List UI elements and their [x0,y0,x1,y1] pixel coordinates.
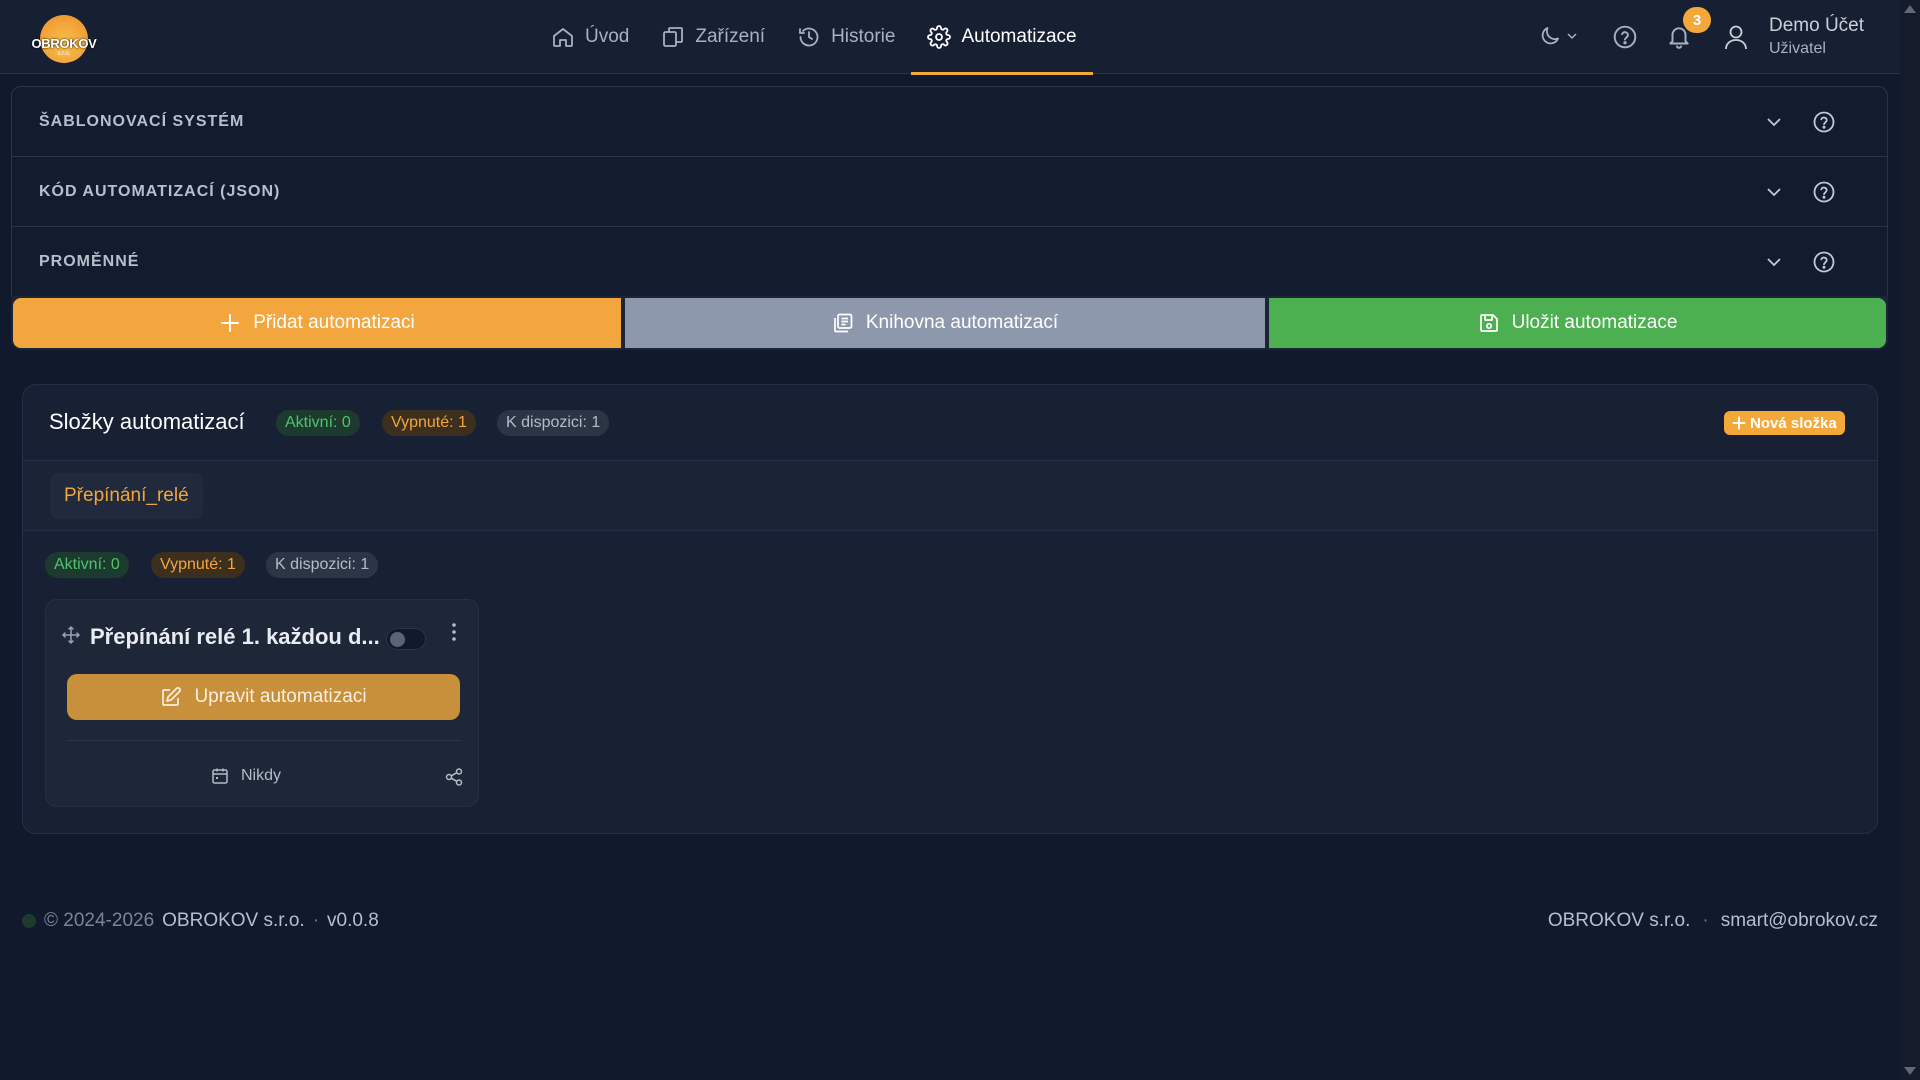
accordion-automation-code[interactable]: KÓD AUTOMATIZACÍ (JSON) [12,157,1887,227]
automation-title: Přepínání relé 1. každou d... [90,624,380,649]
automation-library-button[interactable]: Knihovna automatizací [625,298,1265,348]
nav-item-history[interactable]: Historie [781,0,911,74]
accordion-title: PROMĚNNÉ [39,253,140,270]
automation-library-label: Knihovna automatizací [865,312,1059,333]
more-options-icon[interactable] [446,620,462,644]
footer-company-link[interactable]: OBROKOV s.r.o. [1548,910,1691,932]
accordion-template-system[interactable]: ŠABLONOVACÍ SYSTÉM [12,87,1887,157]
plus-icon [221,314,240,332]
footer-separator: · [312,910,320,931]
save-automations-button[interactable]: Uložit automatizace [1269,298,1886,348]
help-icon[interactable] [1812,250,1836,274]
save-automations-label: Uložit automatizace [1511,312,1678,333]
user-avatar-icon[interactable] [1721,22,1751,52]
logo-name: OBROKOV [31,36,97,51]
share-icon[interactable] [444,767,464,787]
notification-badge: 3 [1683,7,1711,33]
folder-disabled-count-badge: Vypnuté: 1 [151,552,245,578]
available-count-badge: K dispozici: 1 [497,410,610,436]
scroll-up-arrow[interactable] [1904,5,1916,13]
automation-folders-panel: Složky automatizací Aktivní: 0 Vypnuté: … [22,384,1878,834]
footer-left: © 2024-2026 OBROKOV s.r.o. · v0.0.8 [22,910,379,932]
footer-separator: · [1702,910,1709,931]
chevron-down-icon[interactable] [1764,112,1784,132]
nav-item-devices[interactable]: Zařízení [645,0,781,74]
nav-item-label: Historie [831,26,896,47]
folders-header: Složky automatizací Aktivní: 0 Vypnuté: … [23,385,1877,461]
history-icon [799,27,819,47]
app-version: v0.0.8 [327,910,379,931]
nav-item-home[interactable]: Úvod [535,0,645,74]
chevron-down-icon[interactable] [1764,182,1784,202]
edit-automation-label: Upravit automatizaci [194,686,367,707]
add-automation-button[interactable]: Přidat automatizaci [13,298,621,348]
copyright-text: © 2024-2026 [44,910,155,931]
chevron-down-icon [1567,33,1577,40]
main-nav: Úvod Zařízení Historie Automatizace [535,0,1093,75]
home-icon [553,28,573,47]
drag-handle-icon[interactable] [62,626,80,644]
toggle-knob [390,632,405,647]
gear-icon [927,25,952,49]
nav-item-label: Automatizace [961,26,1077,47]
new-folder-label: Nová složka [1750,414,1837,432]
new-folder-button[interactable]: Nová složka [1724,411,1845,435]
automation-enable-toggle[interactable] [386,628,426,650]
chevron-down-icon[interactable] [1764,252,1784,272]
footer-company: OBROKOV s.r.o. [162,910,305,931]
folders-title: Složky automatizací [49,409,245,434]
help-icon[interactable] [1812,180,1836,204]
schedule-info: Nikdy [211,767,281,785]
nav-item-label: Zařízení [695,26,766,47]
user-name[interactable]: Demo Účet [1769,15,1864,37]
accordion-variables[interactable]: PROMĚNNÉ [12,227,1887,297]
settings-accordion: ŠABLONOVACÍ SYSTÉM KÓD AUTOMATIZACÍ (JSO… [11,86,1888,298]
status-indicator [22,914,36,928]
folder-available-count-badge: K dispozici: 1 [266,552,379,578]
edit-icon [162,687,182,706]
disabled-count-badge: Vypnuté: 1 [382,410,476,436]
edit-automation-button[interactable]: Upravit automatizaci [67,674,460,720]
folder-tab-relay-switching[interactable]: Přepínání_relé [50,473,203,519]
nav-item-automation[interactable]: Automatizace [911,0,1093,75]
scroll-down-arrow[interactable] [1904,1067,1916,1075]
calendar-icon [212,768,228,784]
automation-card: Přepínání relé 1. každou d... Upravit au… [45,599,479,807]
save-icon [1479,314,1498,332]
nav-item-label: Úvod [585,26,630,47]
folder-active-count-badge: Aktivní: 0 [45,552,129,578]
schedule-label: Nikdy [241,767,282,784]
help-icon[interactable] [1612,24,1638,50]
top-navigation-bar: OBROKOV s.r.o. Úvod Zařízení Historie Au… [0,0,1900,75]
add-automation-label: Přidat automatizaci [253,312,415,333]
footer-right: OBROKOV s.r.o. · smart@obrokov.cz [1548,910,1878,932]
help-icon[interactable] [1812,110,1836,134]
devices-icon [663,27,684,47]
page-scrollbar[interactable] [1900,0,1920,1080]
plus-icon [1732,416,1746,430]
automation-action-bar: Přidat automatizaci Knihovna automatizac… [11,296,1888,350]
theme-toggle-button[interactable] [1538,24,1578,48]
brand-logo[interactable]: OBROKOV s.r.o. [26,12,102,64]
user-role: Uživatel [1769,40,1826,57]
folder-tabs: Přepínání_relé [23,461,1877,531]
footer-email-link[interactable]: smart@obrokov.cz [1721,910,1878,932]
card-divider [67,740,460,741]
library-icon [834,313,853,333]
logo-suffix: s.r.o. [57,51,71,57]
accordion-title: ŠABLONOVACÍ SYSTÉM [39,112,245,130]
active-count-badge: Aktivní: 0 [276,410,360,436]
moon-icon [1541,27,1559,45]
accordion-title: KÓD AUTOMATIZACÍ (JSON) [39,182,281,200]
